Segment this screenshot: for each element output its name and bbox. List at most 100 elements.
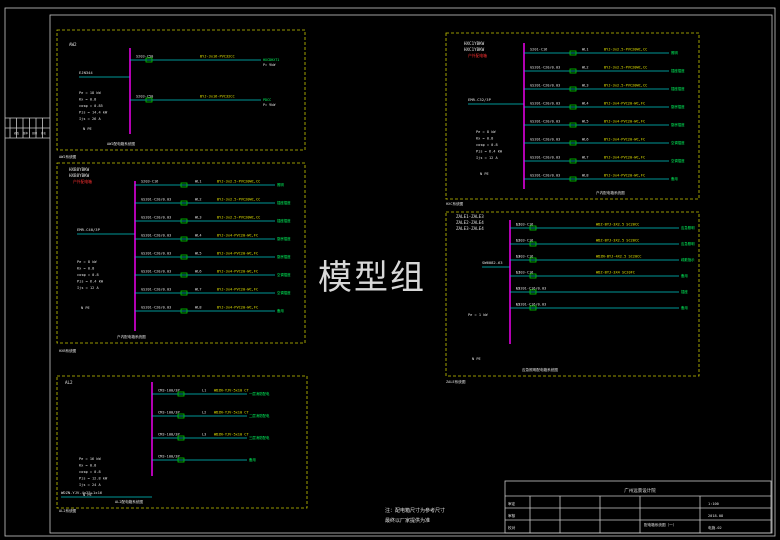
feeder-cable: WDZN-YJV-5x10 CT: [214, 389, 249, 393]
feeder-load: 备用: [671, 176, 678, 181]
panel-title: AL2: [65, 380, 73, 385]
feeder-load: 插座: [681, 289, 688, 294]
load-param: Pjs = 6.4 kW: [476, 150, 503, 154]
feeder-load: HXCDHXT1: [263, 58, 279, 62]
panel-title: HXC1YBKW: [464, 47, 485, 52]
feeder-phase: WL6: [582, 138, 589, 142]
load-param: Pjs = 6.4 kW: [77, 280, 104, 284]
feeder-load: 空调插座: [671, 140, 685, 145]
feeder-cable: BYJ-3x4-PVC20-WC,FC: [217, 252, 258, 256]
feeder-load: 插座插座: [277, 200, 291, 205]
feeder-breaker: GS201-C20/0.03: [141, 234, 171, 238]
load-param: Ijs = 24 A: [79, 483, 101, 487]
feeder-load: 厨房插座: [671, 122, 685, 127]
feeder-breaker: GS201-C20/0.03: [530, 120, 560, 124]
feeder-phase: WL3: [195, 216, 202, 220]
watermark-text: 模型组: [318, 258, 426, 298]
load-param: cosφ = 0.8: [79, 470, 101, 474]
feeder-phase: WL6: [195, 270, 202, 274]
feeder-breaker: GS201-C20/0.03: [530, 156, 560, 160]
load-param: Pe = 18 kW: [79, 91, 101, 95]
title-row-label: 审核: [508, 513, 516, 518]
title-row-label: 校对: [508, 525, 516, 530]
feeder-load: 应急照明: [681, 225, 695, 230]
feeder-phase: WL1: [195, 180, 202, 184]
feeder-breaker: CM3-100/3P: [158, 411, 180, 415]
feeder-breaker: GS201-C20/0.03: [141, 216, 171, 220]
panel-title: ZALE3-ZALE4: [456, 226, 484, 231]
feeder-load: 厨房插座: [277, 254, 291, 259]
feeder-phase: L2: [516, 287, 520, 291]
panel-title: ZALE2-ZALE4: [456, 220, 484, 225]
feeder-phase: WL5: [582, 120, 589, 124]
load-param: Pe = 1 kW: [468, 313, 488, 317]
load-param: Pjs = 14.4 kW: [79, 111, 108, 115]
feeder-cable: BYJ-3x4-PVC20-WC,FC: [217, 288, 258, 292]
feeder-phase: L3: [516, 303, 520, 307]
feeder-breaker: GS201-C20/0.03: [141, 288, 171, 292]
load-param: Kx = 0.8: [79, 98, 96, 102]
incoming-breaker-label: EMR-C40/3P: [77, 227, 101, 232]
feeder-phase: WL4: [195, 234, 202, 238]
feeder-load: 疏散指示: [681, 257, 695, 262]
pe-label: N PE: [480, 172, 489, 176]
title-sheet: 电施-02: [708, 525, 722, 530]
feeder-phase: WL2: [582, 66, 589, 70]
feeder-phase: WL2: [195, 198, 202, 202]
feeder-phase: L1: [202, 389, 206, 393]
panel-title: HXC1YBKW: [464, 41, 485, 46]
feeder-breaker: GS201-C20/0.03: [530, 102, 560, 106]
title-scale: 1:100: [708, 502, 719, 506]
feeder-load: 厨房插座: [277, 236, 291, 241]
panel-caption: 应急照明配电箱系统图: [522, 367, 558, 372]
feeder-load: 备用: [681, 273, 688, 278]
left-strip-label: 日期: [32, 131, 38, 135]
feeder-load: 三层消防配电: [249, 435, 270, 440]
load-param: Pe = 8 kW: [77, 260, 97, 264]
load-param: Ijs = 12 A: [77, 286, 99, 290]
feeder-phase: WL5: [195, 252, 202, 256]
panel-title-note: 户外配电箱: [73, 179, 92, 184]
feeder-phase: WL7: [582, 156, 589, 160]
section-label: HXC系统图: [446, 201, 464, 206]
section-label: HXB系统图: [59, 348, 77, 353]
feeder-load: 插座插座: [671, 68, 685, 73]
panel-caption: 户内配电箱系统图: [596, 190, 625, 195]
feeder-phase: L2: [516, 239, 520, 243]
panel-title: ZALE1-ZALE3: [456, 214, 484, 219]
load-param: cosφ = 0.85: [79, 104, 103, 108]
title-date: 2018.08: [708, 514, 723, 518]
title-company: 广州远景设计院: [624, 487, 656, 494]
panel-border-HXB: [56, 162, 306, 344]
title-drawing-name: 配电箱系统图（一）: [644, 522, 676, 527]
feeder-breaker: GS201-C20/0.03: [530, 138, 560, 142]
pe-label: N PE: [83, 127, 92, 131]
feeder-load: 照明: [277, 183, 284, 187]
drawing-note: 最终以厂家提供为准: [385, 517, 430, 524]
panel-caption: AW2配电箱系统图: [107, 141, 135, 146]
panel-caption: AL2配电箱系统图: [115, 499, 143, 504]
feeder-breaker: CM3-100/3P: [158, 389, 180, 393]
feeder-load: 插座插座: [671, 86, 685, 91]
feeder-phase: WL8: [195, 306, 202, 310]
feeder-cable: WDZ-BYJ-3X2.5 SC20CC: [596, 223, 639, 227]
load-param: Pe = 16 kW: [79, 457, 101, 461]
feeder-cable: BYJ-3x4-PVC20-WC,FC: [217, 306, 258, 310]
panel-title: AW2: [69, 42, 77, 47]
feeder-phase: L3: [202, 433, 206, 437]
load-param: Ijs = 26 A: [79, 117, 101, 121]
feeder-load: 二层消防配电: [249, 413, 270, 418]
incoming-breaker-label: WDZN-YJV-4x25+1x16: [61, 490, 103, 495]
drawing-note: 注：配电箱尺寸为参考尺寸: [385, 507, 445, 514]
incoming-breaker-label: EMR-C32/3P: [468, 97, 492, 102]
feeder-phase: L2: [202, 411, 206, 415]
feeder-cable: WDZN-YJV-5x10 CT: [214, 411, 249, 415]
incoming-breaker-label: EJN344: [79, 70, 93, 75]
panel-border-AW2: [56, 29, 306, 151]
feeder-cable: BYJ-3x2.5-PVC20WC,CC: [217, 198, 260, 202]
feeder-cable: BYJ-3x16-PVC32CC: [200, 55, 235, 59]
feeder-cable: WDZ-BYJ-3X2.5 SC20CC: [596, 239, 639, 243]
feeder-load: 厨房插座: [671, 104, 685, 109]
feeder-phase: WL7: [195, 288, 202, 292]
feeder-breaker: GS201-C20/0.03: [530, 174, 560, 178]
